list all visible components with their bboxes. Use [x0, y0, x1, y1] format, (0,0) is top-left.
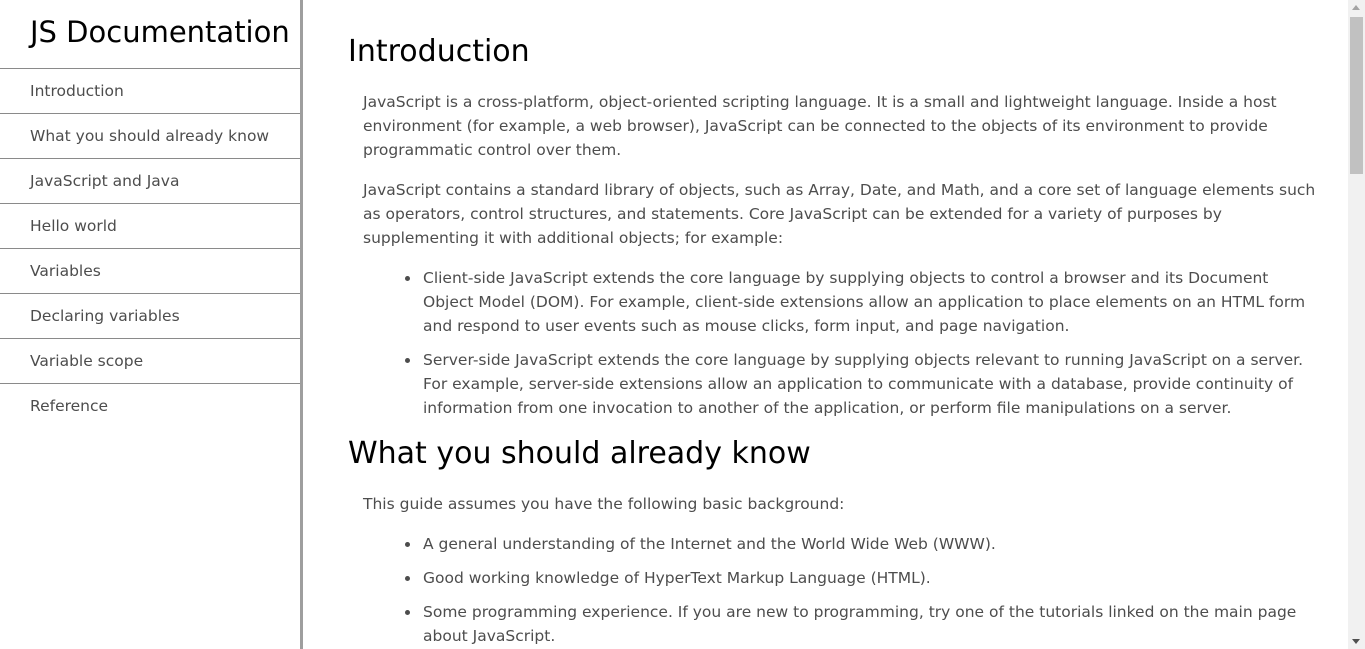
sidebar-item-reference: Reference: [0, 384, 300, 429]
sidebar-item-introduction: Introduction: [0, 69, 300, 114]
sidebar-menu: Introduction What you should already kno…: [0, 69, 300, 429]
nav-link-what-you-should-already-know[interactable]: What you should already know: [0, 114, 300, 159]
nav-link-introduction[interactable]: Introduction: [0, 69, 300, 114]
list-item: Some programming experience. If you are …: [405, 600, 1318, 648]
sidebar-nav: JS Documentation Introduction What you s…: [0, 0, 303, 649]
sidebar-item-variable-scope: Variable scope: [0, 339, 300, 384]
nav-link-variable-scope[interactable]: Variable scope: [0, 339, 300, 384]
bullet-icon: [405, 542, 410, 547]
list-item-text: Client-side JavaScript extends the core …: [423, 269, 1306, 335]
paragraph: This guide assumes you have the followin…: [363, 495, 845, 513]
nav-link-reference[interactable]: Reference: [0, 384, 300, 429]
bullet-icon: [405, 358, 410, 363]
sidebar-item-variables: Variables: [0, 249, 300, 294]
section-title-introduction: Introduction: [348, 34, 530, 69]
nav-link-hello-world[interactable]: Hello world: [0, 204, 300, 249]
main-content: Introduction JavaScript is a cross-platf…: [303, 0, 1348, 648]
section-what-you-should-already-know: What you should already know This guide …: [348, 420, 1348, 648]
scroll-up-arrow-icon[interactable]: [1352, 5, 1360, 10]
sidebar-item-what-you-should-already-know: What you should already know: [0, 114, 300, 159]
sidebar-item-javascript-and-java: JavaScript and Java: [0, 159, 300, 204]
bullet-list: A general understanding of the Internet …: [363, 532, 1318, 648]
scroll-down-arrow-icon[interactable]: [1352, 639, 1360, 644]
sidebar-item-hello-world: Hello world: [0, 204, 300, 249]
list-item-text: Some programming experience. If you are …: [423, 603, 1297, 645]
nav-link-declaring-variables[interactable]: Declaring variables: [0, 294, 300, 339]
nav-link-javascript-and-java[interactable]: JavaScript and Java: [0, 159, 300, 204]
nav-link-variables[interactable]: Variables: [0, 249, 300, 294]
section-introduction: Introduction JavaScript is a cross-platf…: [348, 0, 1348, 420]
paragraph: JavaScript is a cross-platform, object-o…: [363, 93, 1277, 159]
sidebar-item-declaring-variables: Declaring variables: [0, 294, 300, 339]
bullet-icon: [405, 610, 410, 615]
list-item: Client-side JavaScript extends the core …: [405, 266, 1318, 338]
list-item: Server-side JavaScript extends the core …: [405, 348, 1318, 420]
section-body-what-you-should-already-know: This guide assumes you have the followin…: [348, 474, 1348, 648]
sidebar-title: JS Documentation: [0, 0, 300, 69]
list-item-text: Good working knowledge of HyperText Mark…: [423, 569, 931, 587]
list-item: A general understanding of the Internet …: [405, 532, 1318, 556]
section-body-introduction: JavaScript is a cross-platform, object-o…: [348, 72, 1348, 420]
list-item-text: A general understanding of the Internet …: [423, 535, 996, 553]
vertical-scrollbar[interactable]: [1348, 0, 1365, 649]
bullet-list: Client-side JavaScript extends the core …: [363, 266, 1318, 420]
section-title-what-you-should-already-know: What you should already know: [348, 436, 811, 471]
bullet-icon: [405, 276, 410, 281]
paragraph: JavaScript contains a standard library o…: [363, 181, 1316, 247]
list-item-text: Server-side JavaScript extends the core …: [423, 351, 1304, 417]
list-item: Good working knowledge of HyperText Mark…: [405, 566, 1318, 590]
main-doc: Introduction JavaScript is a cross-platf…: [303, 0, 1348, 649]
bullet-icon: [405, 576, 410, 581]
scrollbar-thumb[interactable]: [1350, 17, 1363, 174]
